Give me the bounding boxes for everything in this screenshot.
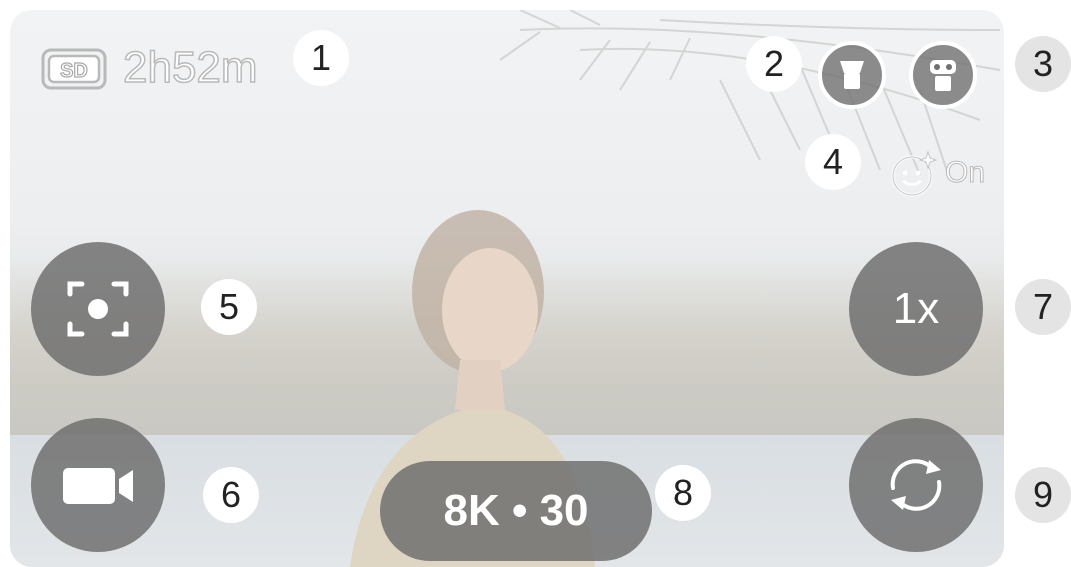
recording-time-remaining: 2h52m xyxy=(122,43,258,92)
camera-viewfinder[interactable]: SD 2h52m On 1x 8K • 30 xyxy=(10,10,1004,567)
sd-badge-text: SD xyxy=(60,60,88,82)
dual-lens-icon xyxy=(930,60,956,91)
callout-2: 2 xyxy=(746,36,802,92)
beauty-status-label: On xyxy=(944,156,986,189)
face-retouch-icon[interactable] xyxy=(888,148,940,200)
capture-mode-button[interactable] xyxy=(31,418,165,552)
resolution-framerate-button[interactable]: 8K • 30 xyxy=(380,461,652,561)
callout-6: 6 xyxy=(203,467,259,523)
callout-7: 7 xyxy=(1015,279,1071,335)
resolution-framerate-label: 8K • 30 xyxy=(443,486,589,535)
switch-camera-icon xyxy=(890,459,942,511)
callout-4: 4 xyxy=(805,134,861,190)
callout-1: 1 xyxy=(293,30,349,86)
switch-camera-button[interactable] xyxy=(849,418,983,552)
single-lens-button[interactable] xyxy=(818,41,886,109)
callout-8: 8 xyxy=(655,465,711,521)
zoom-button[interactable]: 1x xyxy=(849,242,983,376)
zoom-level-label: 1x xyxy=(892,284,940,333)
video-camera-icon xyxy=(63,468,133,504)
focus-button[interactable] xyxy=(31,242,165,376)
single-lens-icon xyxy=(840,61,864,89)
dual-lens-button[interactable] xyxy=(909,41,977,109)
focus-frame-icon xyxy=(67,281,129,337)
callout-9: 9 xyxy=(1015,467,1071,523)
sd-card-icon: SD xyxy=(41,48,107,90)
callout-5: 5 xyxy=(201,279,257,335)
callout-3: 3 xyxy=(1015,36,1071,92)
